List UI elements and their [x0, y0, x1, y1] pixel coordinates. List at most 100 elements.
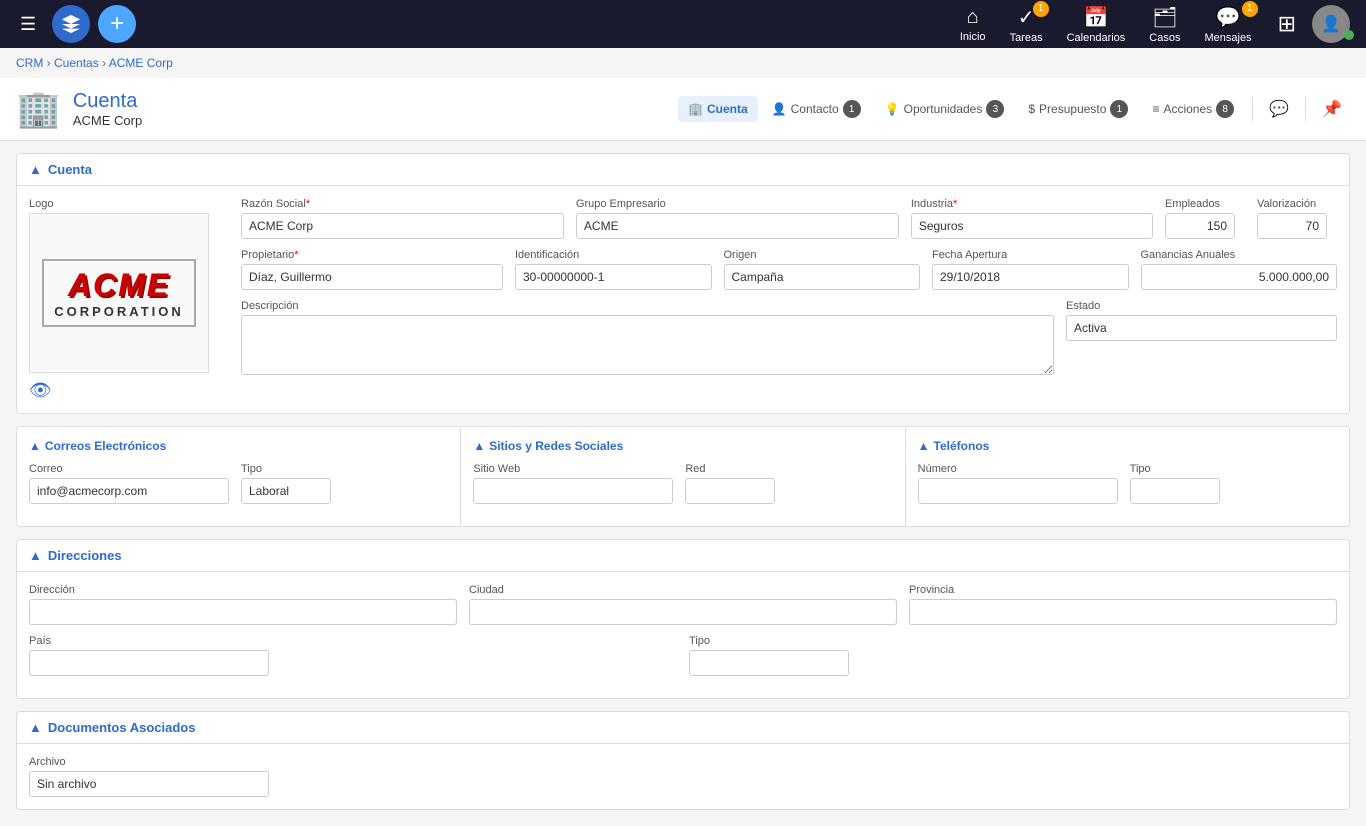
- correos-header[interactable]: ▲ Correos Electrónicos: [29, 439, 448, 453]
- add-button[interactable]: +: [98, 5, 136, 43]
- tab-contacto-icon: 👤: [772, 102, 787, 116]
- estado-input[interactable]: [1066, 315, 1337, 341]
- red-input[interactable]: [685, 478, 775, 504]
- nav-logo: [52, 5, 90, 43]
- nav-mensajes[interactable]: 1 💬 Mensajes: [1194, 1, 1261, 48]
- provincia-label: Provincia: [909, 584, 1337, 596]
- direcciones-header[interactable]: ▲ Direcciones: [17, 540, 1349, 572]
- valorizacion-group: Valorización: [1257, 198, 1337, 239]
- identificacion-group: Identificación: [515, 249, 712, 290]
- correo-input[interactable]: [29, 478, 229, 504]
- telefonos-title: Teléfonos: [934, 439, 990, 453]
- nav-casos[interactable]: 🗂 Casos: [1139, 1, 1190, 48]
- logo-image: ACME CORPORATION: [29, 213, 209, 373]
- archivo-input[interactable]: [29, 771, 269, 797]
- tab-contacto-label: Contacto: [791, 102, 839, 116]
- ciudad-input[interactable]: [469, 599, 897, 625]
- tab-oportunidades-icon: 💡: [885, 102, 900, 116]
- breadcrumb-current[interactable]: ACME Corp: [109, 56, 173, 70]
- empleados-group: Empleados: [1165, 198, 1245, 239]
- chat-icon[interactable]: 💬: [1261, 93, 1297, 125]
- direcciones-section: ▲ Direcciones Dirección Ciudad Provincia: [16, 539, 1350, 699]
- correo-tipo-input[interactable]: [241, 478, 331, 504]
- tab-oportunidades[interactable]: 💡 Oportunidades 3: [875, 94, 1015, 124]
- descripcion-group: Descripción: [241, 300, 1054, 375]
- telefonos-section: ▲ Teléfonos Número Tipo: [906, 427, 1349, 526]
- tab-acciones-label: Acciones: [1163, 102, 1212, 116]
- propietario-input[interactable]: [241, 264, 503, 290]
- documentos-header[interactable]: ▲ Documentos Asociados: [17, 712, 1349, 744]
- empleados-input[interactable]: [1165, 213, 1235, 239]
- tab-presupuesto-count: 1: [1110, 100, 1128, 118]
- tab-contacto[interactable]: 👤 Contacto 1: [762, 94, 871, 124]
- nav-inicio[interactable]: ⌂ Inicio: [950, 2, 996, 47]
- grid-icon[interactable]: ⊞: [1270, 11, 1304, 37]
- pais-group: País: [29, 635, 677, 676]
- tel-tipo-label: Tipo: [1130, 463, 1220, 475]
- documentos-title: Documentos Asociados: [48, 720, 196, 735]
- sitios-section: ▲ Sitios y Redes Sociales Sitio Web Red: [461, 427, 905, 526]
- numero-input[interactable]: [918, 478, 1118, 504]
- hamburger-menu[interactable]: ☰: [12, 10, 44, 39]
- red-group: Red: [685, 463, 775, 504]
- ganancias-label: Ganancias Anuales: [1141, 249, 1338, 261]
- industria-label: Industria*: [911, 198, 1153, 210]
- breadcrumb-cuentas[interactable]: Cuentas: [54, 56, 99, 70]
- fecha-apertura-input[interactable]: [932, 264, 1129, 290]
- razon-social-input[interactable]: [241, 213, 564, 239]
- tab-cuenta-icon: 🏢: [688, 102, 703, 116]
- valorizacion-input[interactable]: [1257, 213, 1327, 239]
- direccion-input[interactable]: [29, 599, 457, 625]
- tab-cuenta[interactable]: 🏢 Cuenta: [678, 96, 758, 122]
- collapse-icon: ▲: [29, 162, 42, 177]
- correo-tipo-label: Tipo: [241, 463, 331, 475]
- origen-input[interactable]: [724, 264, 921, 290]
- tab-presupuesto[interactable]: $ Presupuesto 1: [1018, 94, 1138, 124]
- pais-input[interactable]: [29, 650, 269, 676]
- nav-inicio-label: Inicio: [960, 31, 986, 43]
- origen-label: Origen: [724, 249, 921, 261]
- industria-group: Industria*: [911, 198, 1153, 239]
- tareas-badge: 1: [1033, 1, 1049, 17]
- nav-calendarios[interactable]: 📅 Calendarios: [1057, 1, 1136, 48]
- propietario-group: Propietario*: [241, 249, 503, 290]
- razon-social-label: Razón Social*: [241, 198, 564, 210]
- dir-tipo-input[interactable]: [689, 650, 849, 676]
- corp-text: CORPORATION: [54, 304, 184, 319]
- direcciones-title: Direcciones: [48, 548, 122, 563]
- sitios-header[interactable]: ▲ Sitios y Redes Sociales: [473, 439, 892, 453]
- descripcion-input[interactable]: [241, 315, 1054, 375]
- logo-column: Logo ACME CORPORATION 👁: [29, 198, 229, 401]
- pais-label: País: [29, 635, 677, 647]
- documentos-collapse-icon: ▲: [29, 720, 42, 735]
- tab-acciones-icon: ≡: [1152, 102, 1159, 116]
- tab-acciones[interactable]: ≡ Acciones 8: [1142, 94, 1244, 124]
- nav-tareas[interactable]: 1 ✓ Tareas: [1000, 1, 1053, 48]
- eye-icon[interactable]: 👁: [29, 380, 229, 401]
- pin-icon[interactable]: 📌: [1314, 93, 1350, 125]
- dir-tipo-group: Tipo: [689, 635, 1337, 676]
- fecha-apertura-label: Fecha Apertura: [932, 249, 1129, 261]
- cuenta-section-body: Logo ACME CORPORATION 👁: [17, 186, 1349, 413]
- identificacion-input[interactable]: [515, 264, 712, 290]
- online-indicator: [1344, 30, 1354, 40]
- industria-input[interactable]: [911, 213, 1153, 239]
- empleados-label: Empleados: [1165, 198, 1245, 210]
- direcciones-row-2: País Tipo: [29, 635, 1337, 676]
- telefonos-header[interactable]: ▲ Teléfonos: [918, 439, 1337, 453]
- grupo-empresario-input[interactable]: [576, 213, 899, 239]
- ganancias-input[interactable]: [1141, 264, 1338, 290]
- origen-group: Origen: [724, 249, 921, 290]
- tel-tipo-input[interactable]: [1130, 478, 1220, 504]
- correos-title: Correos Electrónicos: [45, 439, 166, 453]
- mensajes-badge: 1: [1242, 1, 1258, 17]
- provincia-input[interactable]: [909, 599, 1337, 625]
- cuenta-section-header[interactable]: ▲ Cuenta: [17, 154, 1349, 186]
- logo-group: Logo ACME CORPORATION 👁: [29, 198, 229, 401]
- sitio-web-input[interactable]: [473, 478, 673, 504]
- correo-label: Correo: [29, 463, 229, 475]
- identificacion-label: Identificación: [515, 249, 712, 261]
- breadcrumb-crm[interactable]: CRM: [16, 56, 43, 70]
- page-header-tabs: 🏢 Cuenta 👤 Contacto 1 💡 Oportunidades 3 …: [678, 93, 1350, 125]
- fields-row-1: Razón Social* Grupo Empresario Industria…: [241, 198, 1337, 239]
